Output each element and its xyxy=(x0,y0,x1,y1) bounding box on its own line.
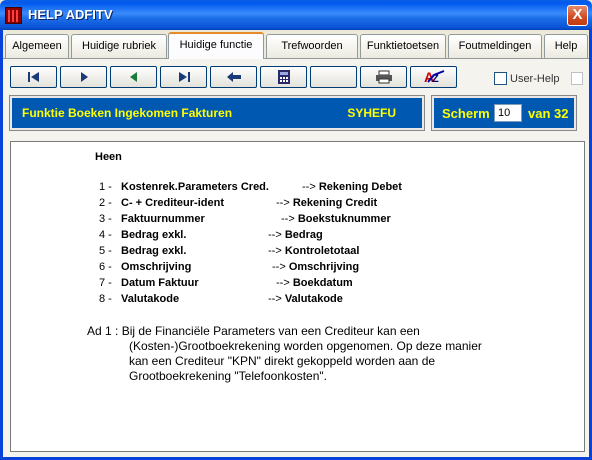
note-line: Grootboekrekening "Telefoonkosten". xyxy=(129,369,327,383)
row-number: 8 - xyxy=(99,293,112,305)
last-page-button[interactable] xyxy=(160,66,207,88)
row-source: C- + Crediteur-ident xyxy=(121,197,224,209)
note-line: (Kosten-)Grootboekrekening worden opgeno… xyxy=(129,339,482,353)
function-title: Funktie Boeken Ingekomen Fakturen xyxy=(22,106,233,120)
calculator-icon xyxy=(277,70,290,84)
tab-foutmeldingen[interactable]: Foutmeldingen xyxy=(448,34,542,58)
spellcheck-button[interactable]: AZ xyxy=(410,66,457,88)
section-heading: Heen xyxy=(95,151,122,163)
tab-algemeen[interactable]: Algemeen xyxy=(5,34,69,58)
row-number: 5 - xyxy=(99,245,112,257)
tab-help[interactable]: Help xyxy=(544,34,588,58)
app-icon xyxy=(5,7,22,24)
tab-huidige-functie[interactable]: Huidige functie xyxy=(168,32,264,59)
note-line: Ad 1 : Bij de Financiële Parameters van … xyxy=(87,324,420,338)
screen-total: van 32 xyxy=(528,106,569,121)
row-number: 3 - xyxy=(99,213,112,225)
user-help-check[interactable] xyxy=(494,72,507,85)
back-arrow-icon xyxy=(226,72,241,82)
note-line: kan een Crediteur "KPN" direkt gekoppeld… xyxy=(129,354,436,368)
row-number: 1 - xyxy=(99,181,112,193)
spellcheck-icon: AZ xyxy=(424,69,444,85)
print-button[interactable] xyxy=(360,66,407,88)
tab-trefwoorden[interactable]: Trefwoorden xyxy=(266,34,358,58)
row-source: Datum Faktuur xyxy=(121,277,199,289)
blank-toolbar-button[interactable] xyxy=(310,66,357,88)
row-target: --> Valutakode xyxy=(268,293,343,305)
row-source: Valutakode xyxy=(121,293,180,305)
row-source: Kostenrek.Parameters Cred. xyxy=(121,181,269,193)
user-help-checkbox[interactable]: User-Help xyxy=(494,72,560,85)
row-target: --> Rekening Credit xyxy=(276,197,378,209)
calculator-button[interactable] xyxy=(260,66,307,88)
row-target: --> Bedrag xyxy=(268,229,323,241)
screen-header: Scherm 10 van 32 xyxy=(431,95,577,131)
play-button[interactable] xyxy=(60,66,107,88)
function-header: Funktie Boeken Ingekomen Fakturen SYHEFU xyxy=(9,95,425,131)
close-button[interactable]: X xyxy=(567,5,588,26)
row-source: Bedrag exkl. xyxy=(121,245,187,257)
function-code: SYHEFU xyxy=(347,106,396,120)
previous-icon xyxy=(129,72,137,82)
note-paragraph: Ad 1 : Bij de Financiële Parameters van … xyxy=(87,324,482,384)
row-source: Bedrag exkl. xyxy=(121,229,187,241)
help-content: Heen 1 - Kostenrek.Parameters Cred. --> … xyxy=(10,141,585,452)
previous-button[interactable] xyxy=(110,66,157,88)
printer-icon xyxy=(375,70,392,84)
tab-strip: Algemeen Huidige rubriek Huidige functie… xyxy=(3,32,589,59)
row-source: Omschrijving xyxy=(121,261,192,273)
row-target: --> Omschrijving xyxy=(272,261,360,273)
window-title: HELP ADFITV xyxy=(28,7,113,22)
row-number: 4 - xyxy=(99,229,112,241)
first-page-button[interactable] xyxy=(10,66,57,88)
extra-checkbox[interactable] xyxy=(571,72,583,85)
row-target: --> Kontroletotaal xyxy=(268,245,360,257)
screen-label: Scherm xyxy=(442,106,490,121)
row-number: 2 - xyxy=(99,197,112,209)
tab-funktietoetsen[interactable]: Funktietoetsen xyxy=(360,34,446,58)
row-target: --> Boekstuknummer xyxy=(281,213,391,225)
first-page-icon xyxy=(27,72,39,82)
row-source: Faktuurnummer xyxy=(121,213,205,225)
last-page-icon xyxy=(178,72,190,82)
row-number: 6 - xyxy=(99,261,112,273)
back-button[interactable] xyxy=(210,66,257,88)
screen-number-input[interactable]: 10 xyxy=(494,104,522,122)
play-icon xyxy=(80,72,88,82)
user-help-label: User-Help xyxy=(510,72,560,85)
tab-huidige-rubriek[interactable]: Huidige rubriek xyxy=(71,34,167,58)
row-target: --> Boekdatum xyxy=(276,277,353,289)
title-bar: HELP ADFITV X xyxy=(0,0,592,30)
row-number: 7 - xyxy=(99,277,112,289)
row-target: --> Rekening Debet xyxy=(302,181,402,193)
